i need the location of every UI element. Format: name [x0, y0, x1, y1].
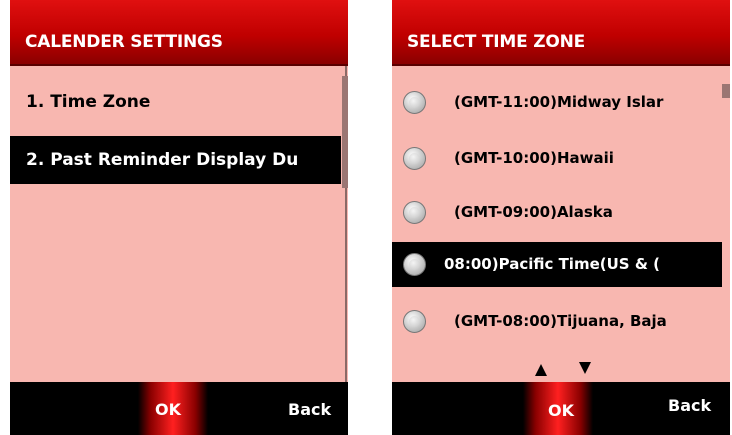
- softkey-bar: OK Back: [392, 382, 730, 435]
- ok-button[interactable]: OK: [548, 401, 574, 420]
- ok-button[interactable]: OK: [155, 400, 181, 419]
- scrollbar-thumb[interactable]: [722, 84, 730, 98]
- radio-button-icon[interactable]: [403, 91, 426, 114]
- softkey-bar: OK Back: [10, 382, 348, 435]
- radio-button-icon[interactable]: [403, 253, 426, 276]
- radio-button-icon[interactable]: [403, 147, 426, 170]
- time-zone-label: 08:00)Pacific Time(US & (: [444, 255, 660, 273]
- menu-item-label: 2. Past Reminder Display Du: [26, 150, 299, 170]
- time-zone-label: (GMT-08:00)Tijuana, Baja: [454, 312, 667, 330]
- back-button[interactable]: Back: [668, 396, 711, 415]
- time-zone-option[interactable]: (GMT-09:00)Alaska: [392, 190, 722, 235]
- scroll-down-arrow-icon[interactable]: [579, 362, 591, 374]
- back-button[interactable]: Back: [288, 400, 331, 419]
- scrollbar-thumb[interactable]: [342, 76, 348, 188]
- scroll-up-arrow-icon[interactable]: [535, 364, 547, 376]
- time-zone-list: (GMT-11:00)Midway Islar (GMT-10:00)Hawai…: [392, 66, 730, 382]
- menu-item-time-zone[interactable]: 1. Time Zone: [10, 78, 342, 126]
- title-bar: CALENDER SETTINGS: [10, 0, 348, 66]
- scrollbar[interactable]: [341, 66, 348, 382]
- time-zone-option[interactable]: (GMT-11:00)Midway Islar: [392, 80, 722, 125]
- title-bar: SELECT TIME ZONE: [392, 0, 730, 66]
- scrollbar[interactable]: [722, 66, 730, 382]
- time-zone-option[interactable]: 08:00)Pacific Time(US & (: [392, 242, 722, 287]
- calendar-settings-screen: CALENDER SETTINGS 1. Time Zone 2. Past R…: [10, 0, 348, 435]
- screen-title: SELECT TIME ZONE: [407, 32, 586, 52]
- time-zone-option[interactable]: (GMT-08:00)Tijuana, Baja: [392, 299, 722, 344]
- time-zone-label: (GMT-10:00)Hawaii: [454, 149, 614, 167]
- menu-item-past-reminder-display[interactable]: 2. Past Reminder Display Du: [10, 136, 342, 184]
- time-zone-option[interactable]: (GMT-10:00)Hawaii: [392, 136, 722, 181]
- time-zone-label: (GMT-11:00)Midway Islar: [454, 93, 664, 111]
- select-time-zone-screen: SELECT TIME ZONE (GMT-11:00)Midway Islar…: [392, 0, 730, 435]
- time-zone-label: (GMT-09:00)Alaska: [454, 203, 613, 221]
- radio-button-icon[interactable]: [403, 201, 426, 224]
- settings-menu: 1. Time Zone 2. Past Reminder Display Du: [10, 66, 348, 382]
- menu-item-label: 1. Time Zone: [26, 92, 151, 112]
- screen-title: CALENDER SETTINGS: [25, 32, 223, 52]
- radio-button-icon[interactable]: [403, 310, 426, 333]
